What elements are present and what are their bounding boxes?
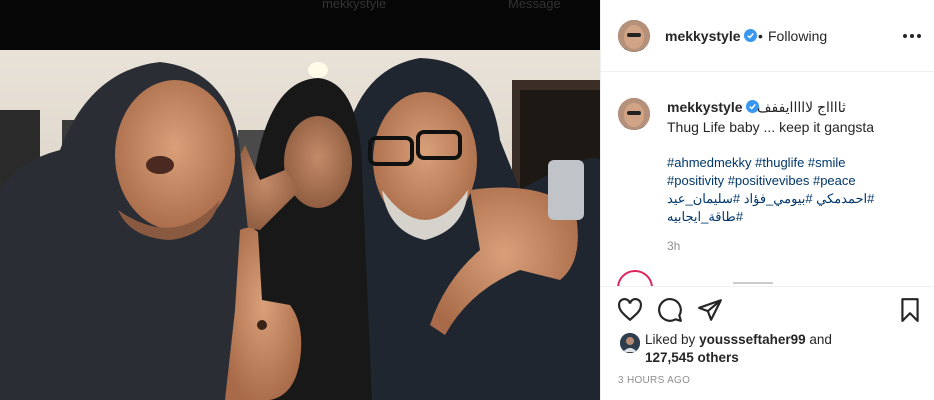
bookmark-icon[interactable] [897, 297, 923, 323]
ghost-message-button: Message [508, 0, 561, 11]
separator-dot: • [758, 28, 763, 44]
likes-count[interactable]: 127,545 others [645, 350, 739, 365]
post-side-panel: mekkystyle • Following mekkystyle ثااااج… [600, 0, 934, 400]
post-header: mekkystyle • Following [601, 0, 934, 72]
verified-icon [743, 29, 757, 42]
post-date[interactable]: 3 HOURS AGO [618, 375, 690, 386]
caption-time: 3h [667, 239, 681, 253]
background-profile-strip: mekkystyle Message [0, 0, 600, 50]
post-photo[interactable] [0, 50, 600, 400]
comment-icon[interactable] [657, 297, 683, 323]
hashtag-line[interactable]: #طاقة_ايجابيه [667, 208, 917, 226]
caption-arabic-text: ثااااج لااااايففف [757, 99, 846, 115]
post-photo-container: mekkystyle Message [0, 0, 600, 400]
more-options-icon[interactable] [903, 30, 921, 42]
instagram-post-modal: mekkystyle Message mekkystyle • Followin… [0, 0, 934, 400]
next-comment-username-partial [733, 282, 773, 284]
caption-hashtags: #ahmedmekky #thuglife #smile #positivity… [667, 154, 917, 226]
liker-username[interactable]: youssseftaher99 [699, 332, 806, 347]
liker-avatar[interactable] [620, 333, 640, 353]
author-avatar[interactable] [618, 20, 650, 52]
hashtag-line[interactable]: #positivity #positivevibes #peace [667, 172, 917, 190]
likes-prefix: Liked by [645, 332, 696, 347]
caption-text: Thug Life baby ... keep it gangsta [667, 119, 875, 135]
heart-icon[interactable] [617, 297, 643, 323]
caption-author-avatar[interactable] [618, 98, 650, 130]
next-comment-avatar[interactable] [617, 270, 653, 286]
likes-and: and [809, 332, 832, 347]
caption-author-username[interactable]: mekkystyle [667, 99, 759, 115]
following-button[interactable]: Following [768, 28, 827, 44]
likes-text: Liked by youssseftaher99 and 127,545 oth… [645, 331, 832, 367]
likes-summary: Liked by youssseftaher99 and 127,545 oth… [601, 326, 934, 370]
caption-area: mekkystyle ثااااج لااااايففف Thug Life b… [601, 72, 934, 286]
share-icon[interactable] [697, 297, 723, 323]
ghost-username: mekkystyle [322, 0, 387, 11]
author-username[interactable]: mekkystyle [665, 28, 757, 44]
hashtag-line[interactable]: #ahmedmekky #thuglife #smile [667, 154, 917, 172]
hashtag-line[interactable]: #احمدمكي #بيومي_فؤاد #سليمان_عيد [667, 190, 917, 208]
